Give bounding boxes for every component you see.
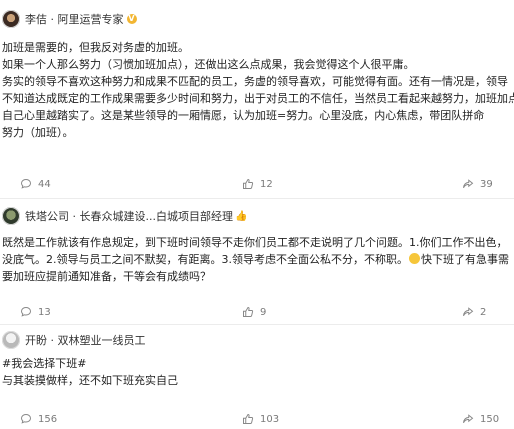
share-icon [463,414,474,423]
post-line-part: 快下班了有急事需 [421,253,509,266]
feed: 李佶 · 阿里运营专家 V 加班是需要的，但我反对务虚的加班。 如果一个人那么努… [0,0,514,429]
comment-count: 156 [38,413,58,425]
post-2-header[interactable]: 铁塔公司 · 长春众城建设...白城项目部经理 👍 [2,205,247,227]
share-button[interactable]: 39 [462,176,493,192]
post-3-actions: 156 103 150 [0,411,514,427]
author-label[interactable]: 铁塔公司 · 长春众城建设...白城项目部经理 [25,208,233,224]
thumbs-up-icon [243,414,254,424]
post-line: 与其装摸做样，还不如下班充实自己 [2,374,178,387]
verified-badge-icon: V [126,14,137,24]
avatar[interactable] [2,10,20,28]
post-3-body: #我会选择下班# 与其装摸做样，还不如下班充实自己 [2,355,512,389]
share-count: 150 [480,413,500,425]
like-button[interactable]: 103 [242,411,279,427]
post-line: 既然是工作就该有作息规定，到下班时间领导不走你们员工都不走说明了几个问题。1.你… [2,236,508,249]
author-name[interactable]: 开盼 · 双林塑业一线员工 [25,332,146,348]
post-1-header[interactable]: 李佶 · 阿里运营专家 V [2,8,137,30]
share-button[interactable]: 150 [462,411,499,427]
post-2-actions: 13 9 2 [0,304,514,320]
comment-icon [21,307,31,317]
comment-button[interactable]: 156 [20,411,57,427]
smile-emoji-icon [409,253,420,264]
comment-icon [21,179,31,189]
share-button[interactable]: 2 [462,304,486,320]
divider [0,324,514,325]
share-count: 2 [480,306,487,318]
thumbs-up-icon [243,307,254,317]
author-label[interactable]: 开盼 · 双林塑业一线员工 [25,332,146,348]
avatar[interactable] [2,331,20,349]
author-label[interactable]: 李佶 · 阿里运营专家 [25,11,124,27]
comment-count: 44 [38,178,51,190]
comment-count: 13 [38,306,51,318]
post-1-actions: 44 12 39 [0,176,514,192]
share-count: 39 [480,178,493,190]
like-count: 9 [260,306,267,318]
post-line-part: 没底气。2.领导与员工之间不默契，有距离。3.领导考虑不全面公私不分，不称职。 [2,253,408,266]
post-2-body: 既然是工作就该有作息规定，到下班时间领导不走你们员工都不走说明了几个问题。1.你… [2,234,512,285]
author-name[interactable]: 李佶 · 阿里运营专家 V [25,11,137,27]
share-icon [463,179,474,188]
post-1-body: 加班是需要的，但我反对务虚的加班。 如果一个人那么努力（习惯加班加点），还做出这… [2,39,514,141]
divider [0,198,514,199]
post-3-header[interactable]: 开盼 · 双林塑业一线员工 [2,329,146,351]
post-line: 自己心里越踏实了。这是某些领导的一厢情愿，认为加班=努力。心里没底，内心焦虑，带… [2,109,485,122]
author-name[interactable]: 铁塔公司 · 长春众城建设...白城项目部经理 👍 [25,208,247,224]
comment-button[interactable]: 13 [20,304,51,320]
post-line: 加班是需要的，但我反对务虚的加班。 [2,41,189,54]
hashtag-link[interactable]: #我会选择下班# [2,355,512,372]
like-count: 103 [260,413,280,425]
post-line: 务实的领导不喜欢这种努力和成果不匹配的员工，务虚的领导喜欢，可能觉得有面。还有一… [2,75,508,88]
post-line: 努力（加班）。 [2,126,74,139]
thumbs-up-icon [243,179,254,189]
like-count: 12 [260,178,273,190]
post-line: 要加班应提前通知准备，干等会有成绩吗？ [2,270,211,283]
share-icon [463,307,474,316]
comment-button[interactable]: 44 [20,176,51,192]
thumbs-up-emoji-icon: 👍 [234,210,248,222]
post-line: 没底气。2.领导与员工之间不默契，有距离。3.领导考虑不全面公私不分，不称职。快… [2,251,512,268]
like-button[interactable]: 9 [242,304,266,320]
post-line: 如果一个人那么努力（习惯加班加点），还做出这么点成果，我会觉得这个人很平庸。 [2,58,415,71]
post-line: 不知道达成既定的工作成果需要多少时间和努力，出于对员工的不信任，当然员工看起来越… [2,92,514,105]
like-button[interactable]: 12 [242,176,273,192]
comment-icon [21,414,31,424]
avatar[interactable] [2,207,20,225]
